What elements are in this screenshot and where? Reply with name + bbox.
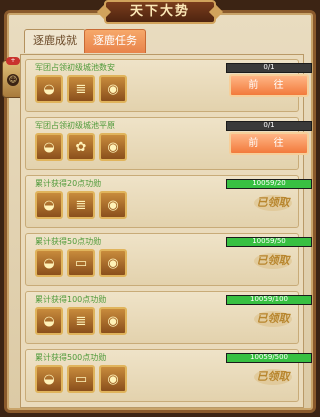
task-card: 累计获得20点功勋 ◒ ≣ ◉ 10059/20 已领取 <box>25 175 312 228</box>
progress-text: 0/1 <box>263 121 275 129</box>
claimed-label: 已领取 <box>256 254 290 267</box>
gold-ingot-icon[interactable]: ◒ <box>35 191 63 219</box>
coin-pouch-icon[interactable]: ◉ <box>99 307 127 335</box>
task-card: 累计获得500点功勋 ◒ ▭ ◉ 10059/500 已领取 <box>25 349 312 402</box>
coin-pouch-icon[interactable]: ◉ <box>99 365 127 393</box>
scroll-icon[interactable]: ≣ <box>67 307 95 335</box>
progress-text: 10059/500 <box>250 353 288 361</box>
coin-pouch-icon[interactable]: ◉ <box>99 191 127 219</box>
tab-achievements[interactable]: 逐鹿成就 <box>24 29 86 53</box>
task-title: 军团占领初级城池平原 <box>35 121 115 130</box>
progress-bar: 10059/500 <box>226 353 312 363</box>
progress-text: 0/1 <box>263 63 275 71</box>
gold-ingot-icon[interactable]: ◒ <box>35 75 63 103</box>
scroll-icon[interactable]: ≣ <box>67 191 95 219</box>
go-button[interactable]: 前 往 <box>229 132 309 155</box>
gold-ingot-icon[interactable]: ◒ <box>35 133 63 161</box>
progress-text: 10059/50 <box>252 237 286 245</box>
coin-pouch-icon[interactable]: ◉ <box>99 249 127 277</box>
task-title: 军团占领初级城池数安 <box>35 63 115 72</box>
coin-pouch-icon[interactable]: ◉ <box>99 133 127 161</box>
go-button[interactable]: 前 往 <box>229 74 309 97</box>
task-card: 军团占领初级城池数安 ◒ ≣ ◉ 0/1 前 往 <box>25 59 312 112</box>
claimed-stamp: 已领取 <box>248 249 298 273</box>
progress-bar: 10059/20 <box>226 179 312 189</box>
claimed-stamp: 已领取 <box>248 365 298 389</box>
notification-badge: + <box>6 57 20 65</box>
claimed-label: 已领取 <box>256 196 290 209</box>
task-card: 累计获得100点功勋 ◒ ≣ ◉ 10059/100 已领取 <box>25 291 312 344</box>
progress-bar: 10059/100 <box>226 295 312 305</box>
coin-pouch-icon[interactable]: ◉ <box>99 75 127 103</box>
task-card: 军团占领初级城池平原 ◒ ✿ ◉ 0/1 前 往 <box>25 117 312 170</box>
progress-bar: 0/1 <box>226 121 312 131</box>
food-icon[interactable]: ✿ <box>67 133 95 161</box>
task-title: 累计获得500点功勋 <box>35 353 107 362</box>
claimed-label: 已领取 <box>256 312 290 325</box>
task-card: 累计获得50点功勋 ◒ ▭ ◉ 10059/50 已领取 <box>25 233 312 286</box>
progress-bar: 0/1 <box>226 63 312 73</box>
claimed-stamp: 已领取 <box>248 191 298 215</box>
task-title: 累计获得50点功勋 <box>35 237 102 246</box>
tab-tasks[interactable]: 逐鹿任务 <box>84 29 146 53</box>
gold-bar-icon[interactable]: ▭ <box>67 365 95 393</box>
progress-text: 10059/20 <box>252 179 286 187</box>
task-list: 军团占领初级城池数安 ◒ ≣ ◉ 0/1 前 往军团占领初级城池平原 ◒ ✿ ◉ 0/1 前 往累计… <box>20 54 312 408</box>
progress-text: 10059/100 <box>250 295 288 303</box>
window-title: 天下大势 <box>104 0 216 24</box>
gold-ingot-icon[interactable]: ◒ <box>35 249 63 277</box>
gold-ingot-icon[interactable]: ◒ <box>35 307 63 335</box>
task-title: 累计获得100点功勋 <box>35 295 107 304</box>
claimed-label: 已领取 <box>256 370 290 383</box>
gold-bar-icon[interactable]: ▭ <box>67 249 95 277</box>
claimed-stamp: 已领取 <box>248 307 298 331</box>
progress-bar: 10059/50 <box>226 237 312 247</box>
avatar-icon: ☺ <box>7 74 19 86</box>
scroll-icon[interactable]: ≣ <box>67 75 95 103</box>
task-title: 累计获得20点功勋 <box>35 179 102 188</box>
gold-ingot-icon[interactable]: ◒ <box>35 365 63 393</box>
